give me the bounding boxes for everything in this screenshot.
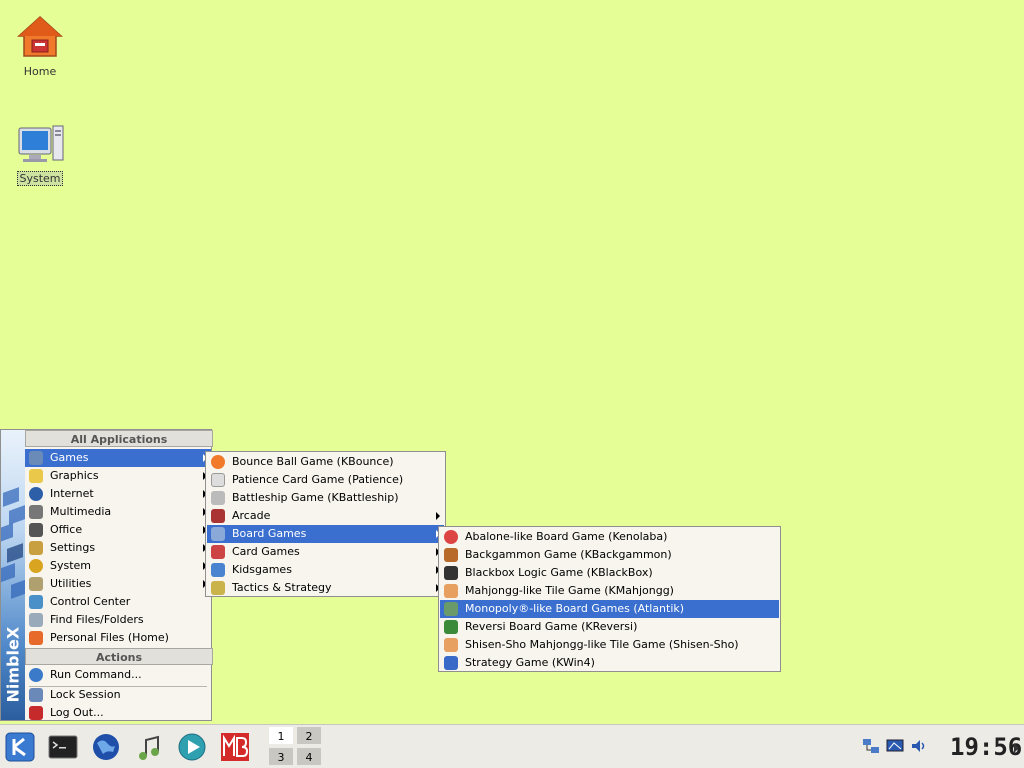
menu-item-kwin4[interactable]: Strategy Game (KWin4)	[440, 654, 779, 672]
utilities-icon	[29, 577, 43, 591]
globe-icon	[93, 734, 119, 760]
desktop-pager: 1 2 3 4	[268, 726, 324, 768]
taskbar: 1 2 3 4 19:56	[0, 724, 1024, 768]
menu-item-office[interactable]: Office	[25, 521, 211, 539]
menu-item-atlantik[interactable]: Monopoly®-like Board Games (Atlantik)	[440, 600, 779, 618]
shisen-sho-icon	[444, 638, 458, 652]
menu-item-control-center[interactable]: Control Center	[25, 593, 211, 611]
paint-icon	[29, 469, 43, 483]
atlantik-icon	[444, 602, 458, 616]
clock[interactable]: 19:56	[950, 729, 1022, 765]
menu-item-find-files[interactable]: Find Files/Folders	[25, 611, 211, 629]
menu-item-personal-files[interactable]: Personal Files (Home)	[25, 629, 211, 647]
menu-item-run-command[interactable]: Run Command...	[25, 666, 211, 684]
menu-header-all-applications: All Applications	[25, 430, 213, 447]
pager-desktop-3[interactable]: 3	[268, 747, 294, 766]
menu-item-kmahjongg[interactable]: Mahjongg-like Tile Game (KMahjongg)	[440, 582, 779, 600]
globe-icon	[29, 487, 43, 501]
folder-icon	[211, 563, 225, 577]
menu-item-games[interactable]: Games	[25, 449, 211, 467]
music-player-button[interactable]	[134, 732, 164, 762]
menu-item-kidsgames[interactable]: Kidsgames	[207, 561, 444, 579]
menu-item-lock-session[interactable]: Lock Session	[25, 686, 211, 704]
card-games-icon	[211, 545, 225, 559]
kwin4-icon	[444, 656, 458, 670]
play-icon	[178, 733, 206, 761]
mb-app-icon	[221, 733, 249, 761]
pager-desktop-2[interactable]: 2	[296, 726, 322, 745]
volume-icon[interactable]	[910, 737, 928, 755]
home-icon	[29, 631, 43, 645]
menu-header-actions: Actions	[25, 648, 213, 665]
menu-item-kbackgammon[interactable]: Backgammon Game (KBackgammon)	[440, 546, 779, 564]
ball-icon	[211, 455, 225, 469]
menu-item-kenolaba[interactable]: Abalone-like Board Game (Kenolaba)	[440, 528, 779, 546]
card-icon	[211, 473, 225, 487]
sidebar-brand-text: NimbleX	[3, 626, 23, 703]
menu-item-tactics-strategy[interactable]: Tactics & Strategy	[207, 579, 444, 597]
menu-item-board-games[interactable]: Board Games	[207, 525, 444, 543]
pager-desktop-1[interactable]: 1	[268, 726, 294, 745]
computer-icon	[18, 125, 64, 162]
menu-item-card-games[interactable]: Card Games	[207, 543, 444, 561]
menu-item-graphics[interactable]: Graphics	[25, 467, 211, 485]
menu-item-multimedia[interactable]: Multimedia	[25, 503, 211, 521]
k-menu-icon	[5, 732, 35, 762]
home-icon	[17, 15, 63, 57]
display-icon[interactable]	[886, 737, 904, 755]
menu-item-shisen-sho[interactable]: Shisen-Sho Mahjongg-like Tile Game (Shis…	[440, 636, 779, 654]
menu-sidebar-banner: NimbleX	[1, 430, 25, 720]
menu-item-log-out[interactable]: Log Out...	[25, 704, 211, 722]
menu-item-kblackbox[interactable]: Blackbox Logic Game (KBlackBox)	[440, 564, 779, 582]
menu-item-system[interactable]: System	[25, 557, 211, 575]
terminal-button[interactable]	[48, 732, 78, 762]
media-icon	[29, 505, 43, 519]
desktop-icon-system[interactable]: System	[10, 122, 70, 186]
mb-app-button[interactable]	[220, 732, 250, 762]
board-games-icon	[211, 527, 225, 541]
backgammon-icon	[444, 548, 458, 562]
run-icon	[29, 668, 43, 682]
pager-desktop-4[interactable]: 4	[296, 747, 322, 766]
menu-item-utilities[interactable]: Utilities	[25, 575, 211, 593]
menu-item-kreversi[interactable]: Reversi Board Game (KReversi)	[440, 618, 779, 636]
browser-button[interactable]	[91, 732, 121, 762]
logout-icon	[29, 706, 43, 720]
network-icon[interactable]	[862, 737, 880, 755]
office-icon	[29, 523, 43, 537]
gear-icon	[29, 559, 43, 573]
panel-hide-arrow-icon[interactable]	[1014, 743, 1019, 753]
media-player-button[interactable]	[177, 732, 207, 762]
desktop-icon-home[interactable]: Home	[10, 14, 70, 78]
music-icon	[139, 735, 159, 760]
submenu-arrow-icon	[436, 512, 440, 520]
blackbox-icon	[444, 566, 458, 580]
strategy-icon	[211, 581, 225, 595]
terminal-icon	[48, 735, 78, 759]
menu-item-settings[interactable]: Settings	[25, 539, 211, 557]
find-icon	[29, 613, 43, 627]
menu-item-kbounce[interactable]: Bounce Ball Game (KBounce)	[207, 453, 444, 471]
wrench-icon	[29, 541, 43, 555]
mahjongg-icon	[444, 584, 458, 598]
menu-item-internet[interactable]: Internet	[25, 485, 211, 503]
k-menu: NimbleX All Applications Games Graphics …	[0, 429, 213, 722]
kenolaba-icon	[444, 530, 458, 544]
joystick-icon	[29, 451, 43, 465]
board-games-submenu: Abalone-like Board Game (Kenolaba) Backg…	[438, 526, 781, 672]
menu-item-kbattleship[interactable]: Battleship Game (KBattleship)	[207, 489, 444, 507]
desktop-icon-label: Home	[23, 65, 57, 78]
control-center-icon	[29, 595, 43, 609]
desktop-icon-label: System	[17, 171, 63, 186]
games-submenu: Bounce Ball Game (KBounce) Patience Card…	[205, 451, 446, 597]
lock-icon	[29, 688, 43, 702]
reversi-icon	[444, 620, 458, 634]
menu-item-arcade[interactable]: Arcade	[207, 507, 444, 525]
k-menu-button[interactable]	[5, 732, 35, 762]
battleship-icon	[211, 491, 225, 505]
menu-item-patience[interactable]: Patience Card Game (Patience)	[207, 471, 444, 489]
arcade-icon	[211, 509, 225, 523]
